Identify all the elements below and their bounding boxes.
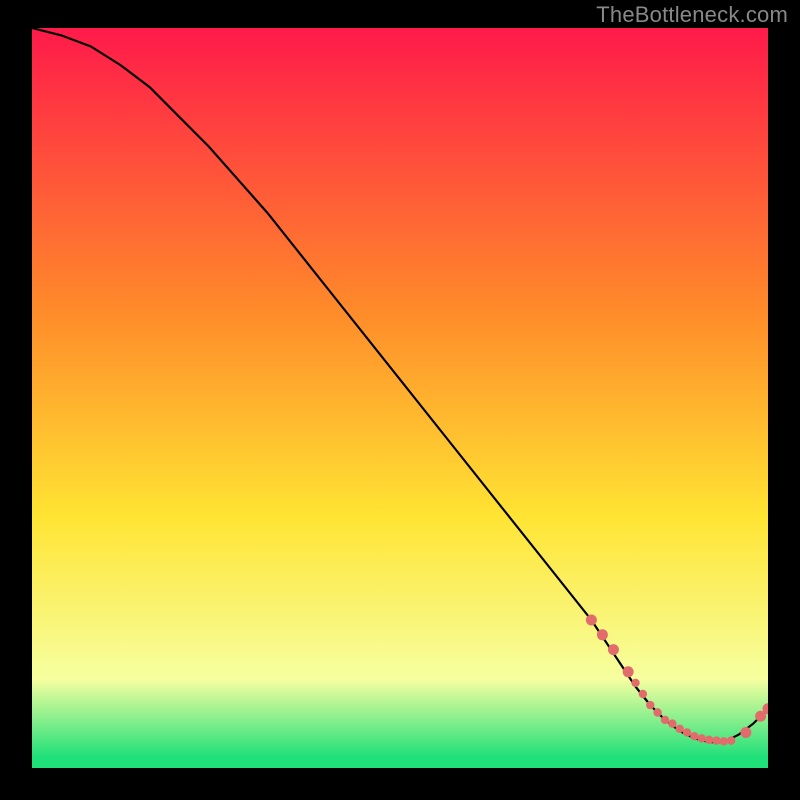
- highlight-dot: [727, 736, 735, 744]
- highlight-dot: [720, 737, 728, 745]
- highlight-dot: [705, 736, 713, 744]
- highlight-dot: [698, 734, 706, 742]
- highlight-dot: [646, 701, 654, 709]
- plot-area: [32, 28, 768, 768]
- highlight-dot: [631, 679, 639, 687]
- highlight-dot: [683, 728, 691, 736]
- highlight-dot: [623, 666, 634, 677]
- highlight-dot: [597, 629, 608, 640]
- highlight-dot: [712, 736, 720, 744]
- highlight-dot: [675, 725, 683, 733]
- highlight-dot: [661, 716, 669, 724]
- gradient-bg: [32, 28, 768, 768]
- highlight-dot: [653, 708, 661, 716]
- highlight-dot: [690, 732, 698, 740]
- highlight-dot: [608, 644, 619, 655]
- watermark-text: TheBottleneck.com: [596, 2, 788, 28]
- chart-frame: TheBottleneck.com: [0, 0, 800, 800]
- bottleneck-chart-svg: [32, 28, 768, 768]
- highlight-dot: [740, 727, 751, 738]
- highlight-dot: [586, 615, 597, 626]
- highlight-dot: [639, 690, 647, 698]
- highlight-dot: [668, 719, 676, 727]
